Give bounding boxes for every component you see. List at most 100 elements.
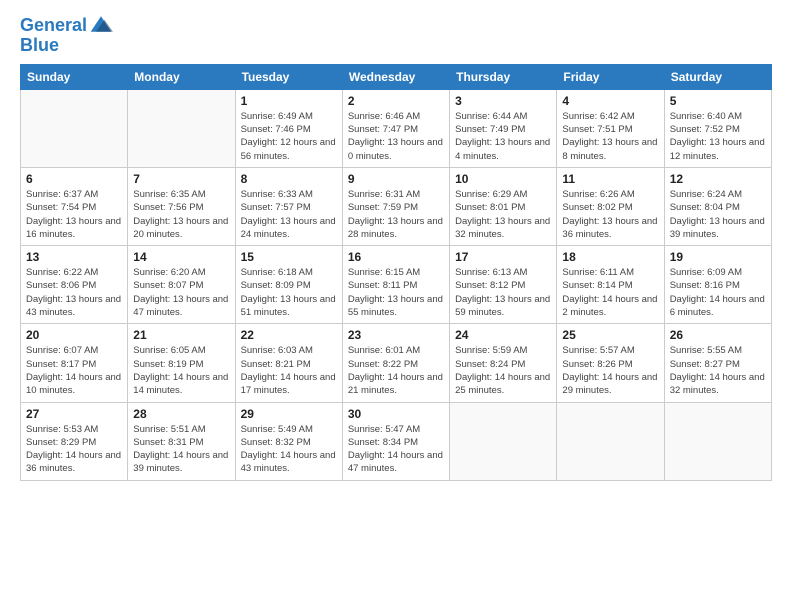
calendar-cell: 9Sunrise: 6:31 AM Sunset: 7:59 PM Daylig… [342,167,449,245]
calendar-cell: 7 Sunrise: 6:35 AM Sunset: 7:56 PM Daylig… [128,167,235,245]
calendar-cell: 23Sunrise: 6:01 AM Sunset: 8:22 PM Dayli… [342,324,449,402]
day-info: Sunrise: 6:44 AM Sunset: 7:49 PM Dayligh… [455,110,551,163]
day-number: 12 [670,172,766,186]
day-number: 20 [26,328,122,342]
weekday-header: Monday [128,64,235,89]
day-info: Sunrise: 6:33 AM Sunset: 7:57 PM Dayligh… [241,188,337,241]
day-number: 22 [241,328,337,342]
calendar-body: 1Sunrise: 6:49 AM Sunset: 7:46 PM Daylig… [21,89,772,480]
day-number: 11 [562,172,658,186]
calendar-cell: 29 Sunrise: 5:49 AM Sunset: 8:32 PM Dayli… [235,402,342,480]
weekday-header: Tuesday [235,64,342,89]
day-info: Sunrise: 6:20 AM Sunset: 8:07 PM Dayligh… [133,266,229,319]
weekday-header: Thursday [450,64,557,89]
calendar-cell: 17Sunrise: 6:13 AM Sunset: 8:12 PM Dayli… [450,246,557,324]
day-number: 7 [133,172,229,186]
calendar-cell: 28 Sunrise: 5:51 AM Sunset: 8:31 PM Dayli… [128,402,235,480]
weekday-row: SundayMondayTuesdayWednesdayThursdayFrid… [21,64,772,89]
day-number: 29 [241,407,337,421]
calendar-cell: 1Sunrise: 6:49 AM Sunset: 7:46 PM Daylig… [235,89,342,167]
calendar: SundayMondayTuesdayWednesdayThursdayFrid… [20,64,772,481]
header: General Blue [20,16,772,54]
day-number: 17 [455,250,551,264]
day-number: 9 [348,172,444,186]
day-info: Sunrise: 6:07 AM Sunset: 8:17 PM Dayligh… [26,344,122,397]
calendar-cell [450,402,557,480]
day-info: Sunrise: 6:49 AM Sunset: 7:46 PM Dayligh… [241,110,337,163]
day-info: Sunrise: 6:40 AM Sunset: 7:52 PM Dayligh… [670,110,766,163]
day-info: Sunrise: 6:29 AM Sunset: 8:01 PM Dayligh… [455,188,551,241]
day-number: 10 [455,172,551,186]
calendar-cell: 8 Sunrise: 6:33 AM Sunset: 7:57 PM Daylig… [235,167,342,245]
day-number: 8 [241,172,337,186]
weekday-header: Saturday [664,64,771,89]
day-number: 6 [26,172,122,186]
calendar-cell: 15 Sunrise: 6:18 AM Sunset: 8:09 PM Dayli… [235,246,342,324]
calendar-cell: 4 Sunrise: 6:42 AM Sunset: 7:51 PM Daylig… [557,89,664,167]
weekday-header: Sunday [21,64,128,89]
day-info: Sunrise: 6:24 AM Sunset: 8:04 PM Dayligh… [670,188,766,241]
day-number: 30 [348,407,444,421]
week-row: 13 Sunrise: 6:22 AM Sunset: 8:06 PM Dayli… [21,246,772,324]
day-info: Sunrise: 5:51 AM Sunset: 8:31 PM Dayligh… [133,423,229,476]
day-info: Sunrise: 6:37 AM Sunset: 7:54 PM Dayligh… [26,188,122,241]
day-number: 5 [670,94,766,108]
calendar-cell: 11 Sunrise: 6:26 AM Sunset: 8:02 PM Dayli… [557,167,664,245]
day-number: 4 [562,94,658,108]
day-info: Sunrise: 6:46 AM Sunset: 7:47 PM Dayligh… [348,110,444,163]
calendar-cell: 25Sunrise: 5:57 AM Sunset: 8:26 PM Dayli… [557,324,664,402]
day-info: Sunrise: 5:53 AM Sunset: 8:29 PM Dayligh… [26,423,122,476]
calendar-cell: 14 Sunrise: 6:20 AM Sunset: 8:07 PM Dayli… [128,246,235,324]
calendar-cell [21,89,128,167]
day-info: Sunrise: 6:26 AM Sunset: 8:02 PM Dayligh… [562,188,658,241]
weekday-header: Friday [557,64,664,89]
day-number: 18 [562,250,658,264]
calendar-cell: 16Sunrise: 6:15 AM Sunset: 8:11 PM Dayli… [342,246,449,324]
day-number: 24 [455,328,551,342]
logo-blue: Blue [20,36,113,54]
day-info: Sunrise: 6:15 AM Sunset: 8:11 PM Dayligh… [348,266,444,319]
calendar-header: SundayMondayTuesdayWednesdayThursdayFrid… [21,64,772,89]
day-info: Sunrise: 5:47 AM Sunset: 8:34 PM Dayligh… [348,423,444,476]
day-number: 3 [455,94,551,108]
calendar-cell: 6 Sunrise: 6:37 AM Sunset: 7:54 PM Daylig… [21,167,128,245]
day-number: 13 [26,250,122,264]
calendar-cell: 30 Sunrise: 5:47 AM Sunset: 8:34 PM Dayli… [342,402,449,480]
calendar-cell: 27 Sunrise: 5:53 AM Sunset: 8:29 PM Dayli… [21,402,128,480]
calendar-cell: 3 Sunrise: 6:44 AM Sunset: 7:49 PM Daylig… [450,89,557,167]
calendar-cell: 26Sunrise: 5:55 AM Sunset: 8:27 PM Dayli… [664,324,771,402]
day-number: 2 [348,94,444,108]
day-number: 28 [133,407,229,421]
day-info: Sunrise: 6:22 AM Sunset: 8:06 PM Dayligh… [26,266,122,319]
day-info: Sunrise: 5:57 AM Sunset: 8:26 PM Dayligh… [562,344,658,397]
calendar-cell: 19 Sunrise: 6:09 AM Sunset: 8:16 PM Dayli… [664,246,771,324]
week-row: 1Sunrise: 6:49 AM Sunset: 7:46 PM Daylig… [21,89,772,167]
logo: General Blue [20,16,113,54]
week-row: 6 Sunrise: 6:37 AM Sunset: 7:54 PM Daylig… [21,167,772,245]
calendar-cell: 2 Sunrise: 6:46 AM Sunset: 7:47 PM Daylig… [342,89,449,167]
day-info: Sunrise: 6:11 AM Sunset: 8:14 PM Dayligh… [562,266,658,319]
day-number: 15 [241,250,337,264]
day-info: Sunrise: 5:55 AM Sunset: 8:27 PM Dayligh… [670,344,766,397]
day-info: Sunrise: 6:01 AM Sunset: 8:22 PM Dayligh… [348,344,444,397]
day-number: 21 [133,328,229,342]
page: General Blue SundayMondayTuesdayWednesda… [0,0,792,612]
day-info: Sunrise: 6:09 AM Sunset: 8:16 PM Dayligh… [670,266,766,319]
calendar-cell: 18 Sunrise: 6:11 AM Sunset: 8:14 PM Dayli… [557,246,664,324]
day-info: Sunrise: 6:42 AM Sunset: 7:51 PM Dayligh… [562,110,658,163]
day-number: 19 [670,250,766,264]
day-info: Sunrise: 6:05 AM Sunset: 8:19 PM Dayligh… [133,344,229,397]
calendar-cell: 22Sunrise: 6:03 AM Sunset: 8:21 PM Dayli… [235,324,342,402]
day-info: Sunrise: 5:59 AM Sunset: 8:24 PM Dayligh… [455,344,551,397]
day-info: Sunrise: 6:35 AM Sunset: 7:56 PM Dayligh… [133,188,229,241]
week-row: 27 Sunrise: 5:53 AM Sunset: 8:29 PM Dayli… [21,402,772,480]
day-number: 27 [26,407,122,421]
logo-icon [89,14,113,34]
calendar-cell: 13 Sunrise: 6:22 AM Sunset: 8:06 PM Dayli… [21,246,128,324]
day-info: Sunrise: 5:49 AM Sunset: 8:32 PM Dayligh… [241,423,337,476]
calendar-cell [128,89,235,167]
day-info: Sunrise: 6:18 AM Sunset: 8:09 PM Dayligh… [241,266,337,319]
calendar-cell: 24 Sunrise: 5:59 AM Sunset: 8:24 PM Dayli… [450,324,557,402]
calendar-cell: 10 Sunrise: 6:29 AM Sunset: 8:01 PM Dayli… [450,167,557,245]
day-number: 14 [133,250,229,264]
